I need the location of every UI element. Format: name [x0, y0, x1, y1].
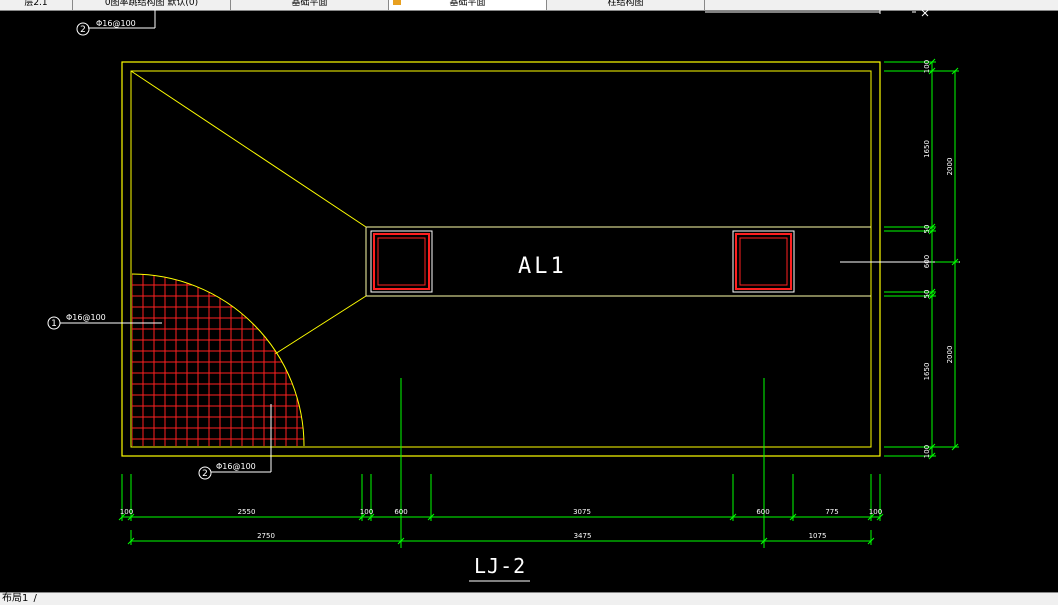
dimension-label: 1075 [809, 532, 827, 540]
dimension-label: 100 [120, 508, 133, 516]
dimension-label: 50 [923, 225, 931, 234]
dimension-label: 775 [825, 508, 838, 516]
layout-tab-separator: / [30, 593, 37, 604]
dimension-column-right-detail: 100 1650 50 600 50 1650 100 [884, 58, 936, 460]
dimension-row-bottom-detail: 100 2550 100 600 3075 600 775 100 [118, 474, 884, 521]
dimension-label: 1650 [923, 363, 931, 381]
window-close-icon[interactable] [921, 9, 929, 17]
dimension-label: 600 [756, 508, 769, 516]
drawing-title: LJ-2 [474, 554, 526, 578]
dimension-label: 2000 [946, 158, 954, 176]
callout-bottom: 2 Φ16@100 [198, 404, 272, 480]
callout-text: Φ16@100 [216, 462, 256, 471]
callout-top: 2 Φ16@100 [76, 19, 136, 36]
slope-line-upper [130, 70, 367, 228]
column-left [370, 230, 433, 293]
dimension-label: 3075 [573, 508, 591, 516]
cad-drawing-canvas[interactable]: 2 Φ16@100 AL1 1 Φ16@100 2 Φ16@100 100 25… [0, 0, 1058, 604]
callout-left: 1 Φ16@100 [47, 313, 162, 330]
layout-tab[interactable]: 布局1 [2, 593, 28, 604]
column-right [732, 230, 795, 293]
layout-status-bar: 布局1 / [0, 592, 1058, 605]
dimension-label: 100 [923, 445, 931, 458]
rebar-mesh [132, 274, 304, 446]
dimension-label: 600 [923, 255, 931, 268]
dimension-label: 2550 [238, 508, 256, 516]
callout-number: 2 [80, 25, 86, 35]
dimension-label: 100 [923, 60, 931, 73]
slope-line-lower [274, 295, 367, 355]
callout-number: 2 [202, 469, 208, 479]
dimension-label: 50 [923, 290, 931, 299]
dimension-label: 2000 [946, 346, 954, 364]
dimension-row-bottom-total: 2750 3475 1075 [127, 530, 875, 545]
dimension-label: 100 [869, 508, 882, 516]
rebar-mesh-arc [131, 273, 305, 447]
dimension-label: 600 [394, 508, 407, 516]
dimension-label: 100 [360, 508, 373, 516]
callout-text: Φ16@100 [66, 313, 106, 322]
dimension-label: 2750 [257, 532, 275, 540]
callout-number: 1 [51, 319, 57, 329]
callout-text: Φ16@100 [96, 19, 136, 28]
footing-outer-outline [121, 61, 881, 457]
beam-label: AL1 [518, 254, 567, 279]
dimension-label: 3475 [574, 532, 592, 540]
dimension-column-right-total: 2000 2000 [935, 67, 959, 451]
dimension-label: 1650 [923, 140, 931, 158]
